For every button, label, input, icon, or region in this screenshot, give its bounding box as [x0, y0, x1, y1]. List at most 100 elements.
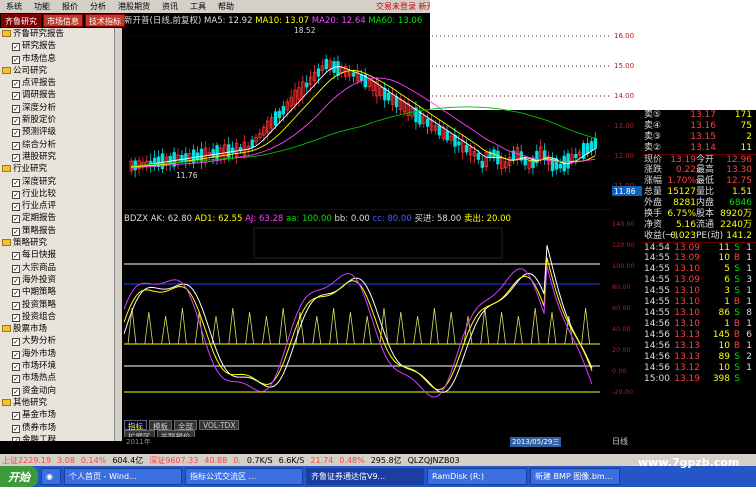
taskbar-item-tdx[interactable]: 齐鲁证券通达信V9... [306, 468, 424, 485]
tree-item[interactable]: ✓ 调研报告 [0, 89, 114, 101]
tree-item[interactable]: ✓ 基金市场 [0, 409, 114, 421]
tree-item[interactable]: ✓ 研究报告 [0, 40, 114, 52]
tree-item[interactable]: ✓ 综合分析 [0, 139, 114, 151]
tree-item[interactable]: ✓ 金融工程 [0, 434, 114, 441]
tree-item[interactable]: ✓ 港股研究 [0, 151, 114, 163]
stat-label: 现价 [644, 155, 663, 165]
checkbox-icon: ✓ [12, 313, 20, 322]
tree-item[interactable]: ✓ 点评报告 [0, 77, 114, 89]
tree-item[interactable]: ✓ 行业点评 [0, 200, 114, 212]
taskbar-item-ramdisk[interactable]: RamDisk (R:) [427, 468, 527, 485]
tab-tech-indicator[interactable]: 技术指标 [85, 14, 125, 27]
stat-value-2: 141.2 [726, 231, 752, 241]
taskbar-item-forum[interactable]: 指标公式交流区 ... [185, 468, 303, 485]
tab-qilu-research[interactable]: 齐鲁研究 [1, 14, 41, 27]
tree-label: 定期报告 [22, 213, 57, 224]
indicator-chart[interactable] [124, 224, 612, 436]
tree-folder[interactable]: 行业研究 [0, 163, 114, 175]
checkbox-icon: ✓ [12, 92, 20, 101]
date-current: 2013/05/29三 [510, 437, 562, 447]
date-start: 2011年 [126, 438, 151, 446]
tree-folder[interactable]: 策略研究 [0, 237, 114, 249]
tree-label: 新股定价 [22, 115, 57, 126]
tree-item[interactable]: ✓ 深度研究 [0, 176, 114, 188]
quick-launch-icon[interactable]: ◉ [41, 468, 61, 485]
menu-news[interactable]: 资讯 [156, 1, 184, 12]
tick-volume: 11 [718, 243, 730, 253]
tree-label: 投资策略 [22, 299, 57, 310]
taskbar-item-wind[interactable]: 个人首页 - Wind... [64, 468, 182, 485]
tick-count: 1 [746, 341, 752, 351]
trade-login-link[interactable]: 交易未登录 新开 [376, 1, 435, 12]
tree-item[interactable]: ✓ 策略报告 [0, 225, 114, 237]
day-label[interactable]: 日线 [612, 436, 642, 446]
tab-market-info[interactable]: 市场信息 [43, 14, 83, 27]
tree-item[interactable]: ✓ 市场信息 [0, 53, 114, 65]
candle-body [437, 125, 442, 136]
stat-label-2: 股本 [696, 209, 715, 219]
tree-label: 调研报告 [22, 90, 57, 101]
tree-item[interactable]: ✓ 市场环境 [0, 360, 114, 372]
main-axis-tick: 15.00 [614, 62, 634, 70]
tree-item[interactable]: ✓ 每日快报 [0, 249, 114, 261]
stat-label-2: 流通 [696, 220, 715, 230]
tree-item[interactable]: ✓ 中期策略 [0, 286, 114, 298]
signal-spike [362, 315, 372, 345]
tree-label: 研究报告 [22, 41, 57, 52]
tree-item[interactable]: ✓ 投资组合 [0, 311, 114, 323]
stat-label: 涨跌 [644, 165, 663, 175]
tree-item[interactable]: ✓ 投资策略 [0, 299, 114, 311]
date-scrollbar[interactable]: 2011年 2013/05/29三 [124, 437, 640, 447]
menu-analysis[interactable]: 分析 [84, 1, 112, 12]
tree-item[interactable]: ✓ 海外投资 [0, 274, 114, 286]
tree-item[interactable]: ✓ 债券市场 [0, 422, 114, 434]
tree-item[interactable]: ✓ 预测评级 [0, 126, 114, 138]
tab-vol-tdx[interactable]: VOL-TDX [199, 420, 240, 430]
stat-label-2: 最高 [696, 165, 715, 175]
menu-hk-futures[interactable]: 港股期货 [112, 1, 156, 12]
start-button[interactable]: 开始 [0, 466, 38, 487]
extra-value-1: 21.74 [310, 455, 334, 465]
tick-volume: 1 [724, 319, 730, 329]
taskbar-item-bmp[interactable]: 新建 BMP 图像.bm... [530, 468, 620, 485]
tree-folder[interactable]: 公司研究 [0, 65, 114, 77]
candle-body [172, 152, 176, 167]
tree-item[interactable]: ✓ 大势分析 [0, 335, 114, 347]
tree-item[interactable]: ✓ 行业比较 [0, 188, 114, 200]
tree-item[interactable]: ✓ 海外市场 [0, 348, 114, 360]
stat-row: 收益(一) 0.023 PE(动) 141.2 [642, 231, 756, 242]
tree-label: 齐鲁研究报告 [13, 29, 65, 39]
tab-all[interactable]: 全部 [174, 420, 197, 431]
candlestick-chart[interactable]: 18.52 11.76 [124, 26, 612, 210]
tick-time: 14:55 [644, 297, 670, 307]
tab-indicator[interactable]: 指标 [124, 420, 147, 431]
candle-body [558, 163, 562, 169]
stat-value-2: 12.96 [726, 155, 752, 165]
tree-item[interactable]: ✓ 市场热点 [0, 372, 114, 384]
tick-price: 13.10 [674, 286, 700, 296]
tree-scrollbar[interactable] [114, 28, 122, 441]
tree-item[interactable]: ✓ 新股定价 [0, 114, 114, 126]
menu-help[interactable]: 帮助 [212, 1, 240, 12]
checkbox-icon: ✓ [12, 350, 20, 359]
tree-folder[interactable]: 齐鲁研究报告 [0, 28, 114, 40]
menu-system[interactable]: 系统 [0, 1, 28, 12]
menu-quote[interactable]: 报价 [56, 1, 84, 12]
stat-label-2: 今开 [696, 155, 715, 165]
black-overlay-box [253, 227, 503, 259]
candle-body [195, 152, 200, 160]
stock-name: 新开普(日线,前复权) [124, 16, 202, 26]
tab-template[interactable]: 模板 [149, 420, 172, 431]
left-panel-tabs: 齐鲁研究 市场信息 技术指标 [0, 14, 125, 28]
tree-item[interactable]: ✓ 大宗商品 [0, 262, 114, 274]
checkbox-icon: ✓ [12, 252, 20, 261]
tree-folder[interactable]: 其他研究 [0, 397, 114, 409]
menu-function[interactable]: 功能 [28, 1, 56, 12]
tree-folder[interactable]: 股票市场 [0, 323, 114, 335]
tree-label: 大宗商品 [22, 262, 57, 273]
tick-row: 14:54 13.09 11 S 1 [642, 242, 756, 253]
menu-tools[interactable]: 工具 [184, 1, 212, 12]
tree-item[interactable]: ✓ 深度分析 [0, 102, 114, 114]
tree-item[interactable]: ✓ 资金动向 [0, 385, 114, 397]
tree-item[interactable]: ✓ 定期报告 [0, 212, 114, 224]
